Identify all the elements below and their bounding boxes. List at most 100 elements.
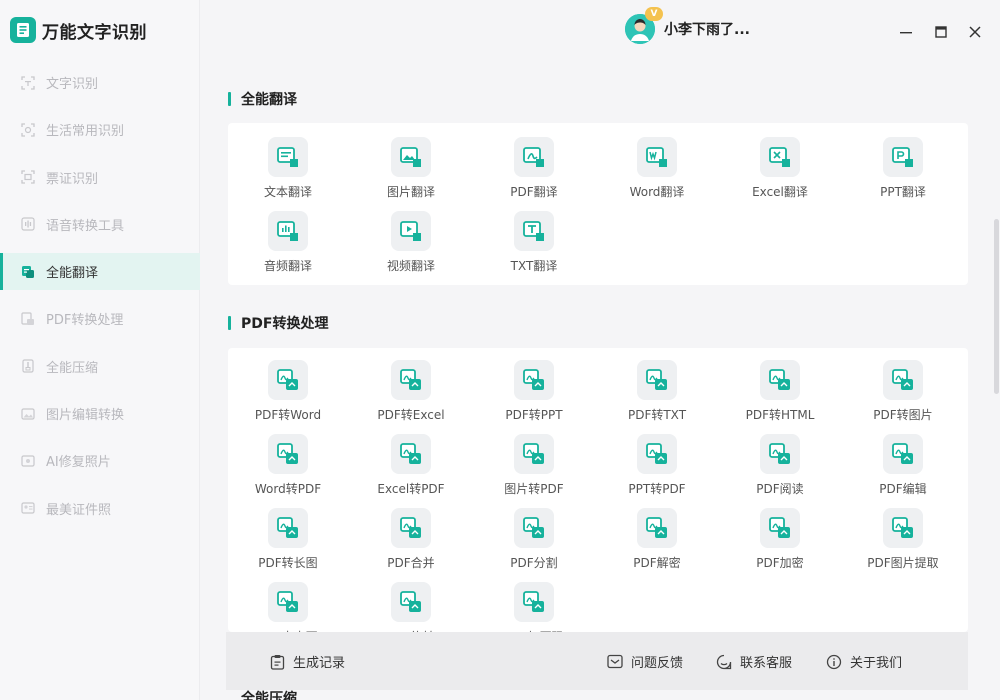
tool-label: Word转PDF bbox=[254, 482, 322, 496]
scrollbar-thumb[interactable] bbox=[994, 219, 999, 394]
tool-label: 图片转PDF bbox=[504, 482, 564, 496]
scrollbar[interactable] bbox=[992, 64, 1000, 700]
tool-label: PPT转PDF bbox=[628, 482, 686, 496]
pdf-convert-icon bbox=[268, 508, 308, 548]
sidebar-item-ai-repair[interactable]: AI修复照片 bbox=[0, 442, 200, 479]
maximize-button[interactable] bbox=[931, 22, 951, 42]
feedback-link[interactable]: 问题反馈 bbox=[607, 652, 683, 671]
image-icon bbox=[391, 137, 431, 177]
tool-label: PDF转HTML bbox=[745, 408, 815, 422]
sidebar-item-text-recognition[interactable]: 文字识别 bbox=[0, 64, 200, 101]
tool-pdf-translate[interactable]: PDF翻译 bbox=[474, 137, 594, 200]
brand: 万能文字识别 bbox=[10, 17, 147, 43]
feedback-label: 问题反馈 bbox=[631, 656, 684, 671]
tool-pdf-rotate[interactable]: PDF旋转 bbox=[351, 582, 471, 632]
tool-label: PDF翻译 bbox=[510, 185, 558, 199]
sidebar-item-label: PDF转换处理 bbox=[46, 313, 124, 329]
tool-video-translate[interactable]: 视频翻译 bbox=[351, 211, 471, 274]
sidebar-item-label: 生活常用识别 bbox=[46, 124, 125, 140]
records-link[interactable]: 生成记录 bbox=[270, 652, 345, 671]
tool-pdf-decrypt[interactable]: PDF解密 bbox=[597, 508, 717, 571]
minimize-icon bbox=[900, 32, 912, 34]
tool-image-translate[interactable]: 图片翻译 bbox=[351, 137, 471, 200]
close-button[interactable] bbox=[965, 22, 985, 42]
tool-word-translate[interactable]: Word翻译 bbox=[597, 137, 717, 200]
tool-label: PDF阅读 bbox=[756, 482, 804, 496]
tool-label: 音频翻译 bbox=[263, 259, 312, 273]
sidebar-nav: 文字识别 生活常用识别 票证识别 语音转换工具 全能翻译 PDF转换处理 全能压… bbox=[0, 64, 200, 537]
sidebar-item-translate[interactable]: 全能翻译 bbox=[0, 253, 200, 291]
app-logo-icon bbox=[10, 17, 36, 43]
sidebar-item-image-edit[interactable]: 图片编辑转换 bbox=[0, 395, 200, 432]
tool-pdf-to-long-image[interactable]: PDF转长图 bbox=[228, 508, 348, 571]
tool-txt-translate[interactable]: TXT翻译 bbox=[474, 211, 594, 274]
clipboard-icon bbox=[270, 654, 285, 670]
tool-label: Excel转PDF bbox=[377, 482, 445, 496]
tool-excel-translate[interactable]: Excel翻译 bbox=[720, 137, 840, 200]
tool-pdf-image-extract[interactable]: PDF图片提取 bbox=[843, 508, 963, 571]
translate-tools-card: 文本翻译 图片翻译 PDF翻译 Word翻译 Excel翻译 PPT翻译 音频翻… bbox=[228, 123, 968, 285]
tool-ppt-to-pdf[interactable]: PPT转PDF bbox=[597, 434, 717, 497]
audio-icon bbox=[268, 211, 308, 251]
word-doc-icon bbox=[637, 137, 677, 177]
sidebar-item-label: 全能压缩 bbox=[46, 360, 99, 376]
image-edit-icon bbox=[20, 406, 36, 422]
tool-pdf-to-image[interactable]: PDF转图片 bbox=[843, 360, 963, 423]
tool-label: 图片翻译 bbox=[386, 185, 435, 199]
tool-pdf-to-word[interactable]: PDF转Word bbox=[228, 360, 348, 423]
sidebar-item-life-recognition[interactable]: 生活常用识别 bbox=[0, 111, 200, 148]
sidebar-item-pdf[interactable]: PDF转换处理 bbox=[0, 300, 200, 337]
tool-pdf-to-html[interactable]: PDF转HTML bbox=[720, 360, 840, 423]
tool-pdf-read[interactable]: PDF阅读 bbox=[720, 434, 840, 497]
tool-label: PDF图片提取 bbox=[867, 556, 939, 570]
tool-pdf-encrypt[interactable]: PDF加密 bbox=[720, 508, 840, 571]
tool-label: Excel翻译 bbox=[752, 185, 808, 199]
tool-label: PDF编辑 bbox=[879, 482, 927, 496]
tool-label: PDF分割 bbox=[510, 556, 558, 570]
pdf-convert-icon bbox=[883, 360, 923, 400]
tool-label: PDF转图片 bbox=[873, 408, 933, 422]
sidebar-item-label: 文字识别 bbox=[46, 77, 99, 92]
minimize-button[interactable] bbox=[896, 22, 916, 42]
tool-pdf-add-page-number[interactable]: PDF加页码 bbox=[474, 582, 594, 632]
avatar[interactable]: V bbox=[625, 7, 663, 44]
tool-pdf-merge[interactable]: PDF合并 bbox=[351, 508, 471, 571]
info-icon bbox=[826, 654, 842, 669]
about-label: 关于我们 bbox=[850, 656, 903, 671]
tool-pdf-remove-page[interactable]: PDF去内页 bbox=[228, 582, 348, 632]
sidebar-item-id-photo[interactable]: 最美证件照 bbox=[0, 490, 200, 527]
service-link[interactable]: 联系客服 bbox=[716, 652, 792, 671]
tool-pdf-to-excel[interactable]: PDF转Excel bbox=[351, 360, 471, 423]
pdf-convert-icon bbox=[760, 360, 800, 400]
pdf-convert-icon bbox=[514, 508, 554, 548]
pdf-convert-icon bbox=[760, 434, 800, 474]
tool-pdf-split[interactable]: PDF分割 bbox=[474, 508, 594, 571]
tool-label: 文本翻译 bbox=[263, 185, 312, 199]
app-title: 万能文字识别 bbox=[42, 22, 147, 43]
sidebar-item-label: 图片编辑转换 bbox=[46, 408, 125, 424]
tool-audio-translate[interactable]: 音频翻译 bbox=[228, 211, 348, 274]
tool-label: 视频翻译 bbox=[386, 259, 435, 273]
username[interactable]: 小李下雨了... bbox=[664, 19, 750, 39]
tool-label: PDF加密 bbox=[756, 556, 804, 570]
tool-excel-to-pdf[interactable]: Excel转PDF bbox=[351, 434, 471, 497]
tool-image-to-pdf[interactable]: 图片转PDF bbox=[474, 434, 594, 497]
sidebar-item-compress[interactable]: 全能压缩 bbox=[0, 348, 200, 385]
tool-pdf-to-txt[interactable]: PDF转TXT bbox=[597, 360, 717, 423]
user-profile[interactable]: V 小李下雨了... bbox=[625, 7, 750, 44]
translate-icon bbox=[20, 264, 36, 280]
sidebar-item-ticket-recognition[interactable]: 票证识别 bbox=[0, 159, 200, 196]
section-title-text: PDF转换处理 bbox=[241, 316, 329, 332]
tool-label: PDF转TXT bbox=[627, 408, 687, 422]
sidebar-item-voice-tools[interactable]: 语音转换工具 bbox=[0, 206, 200, 243]
tool-ppt-translate[interactable]: PPT翻译 bbox=[843, 137, 963, 200]
tool-pdf-edit[interactable]: PDF编辑 bbox=[843, 434, 963, 497]
tool-word-to-pdf[interactable]: Word转PDF bbox=[228, 434, 348, 497]
footer-bar: 生成记录 问题反馈 联系客服 关于我们 bbox=[226, 632, 968, 690]
tool-text-translate[interactable]: 文本翻译 bbox=[228, 137, 348, 200]
tool-label: PDF转长图 bbox=[258, 556, 318, 570]
about-link[interactable]: 关于我们 bbox=[826, 652, 902, 671]
tool-pdf-to-ppt[interactable]: PDF转PPT bbox=[474, 360, 594, 423]
header: V 小李下雨了... bbox=[200, 0, 1000, 64]
sidebar-item-label: 全能翻译 bbox=[46, 266, 99, 282]
